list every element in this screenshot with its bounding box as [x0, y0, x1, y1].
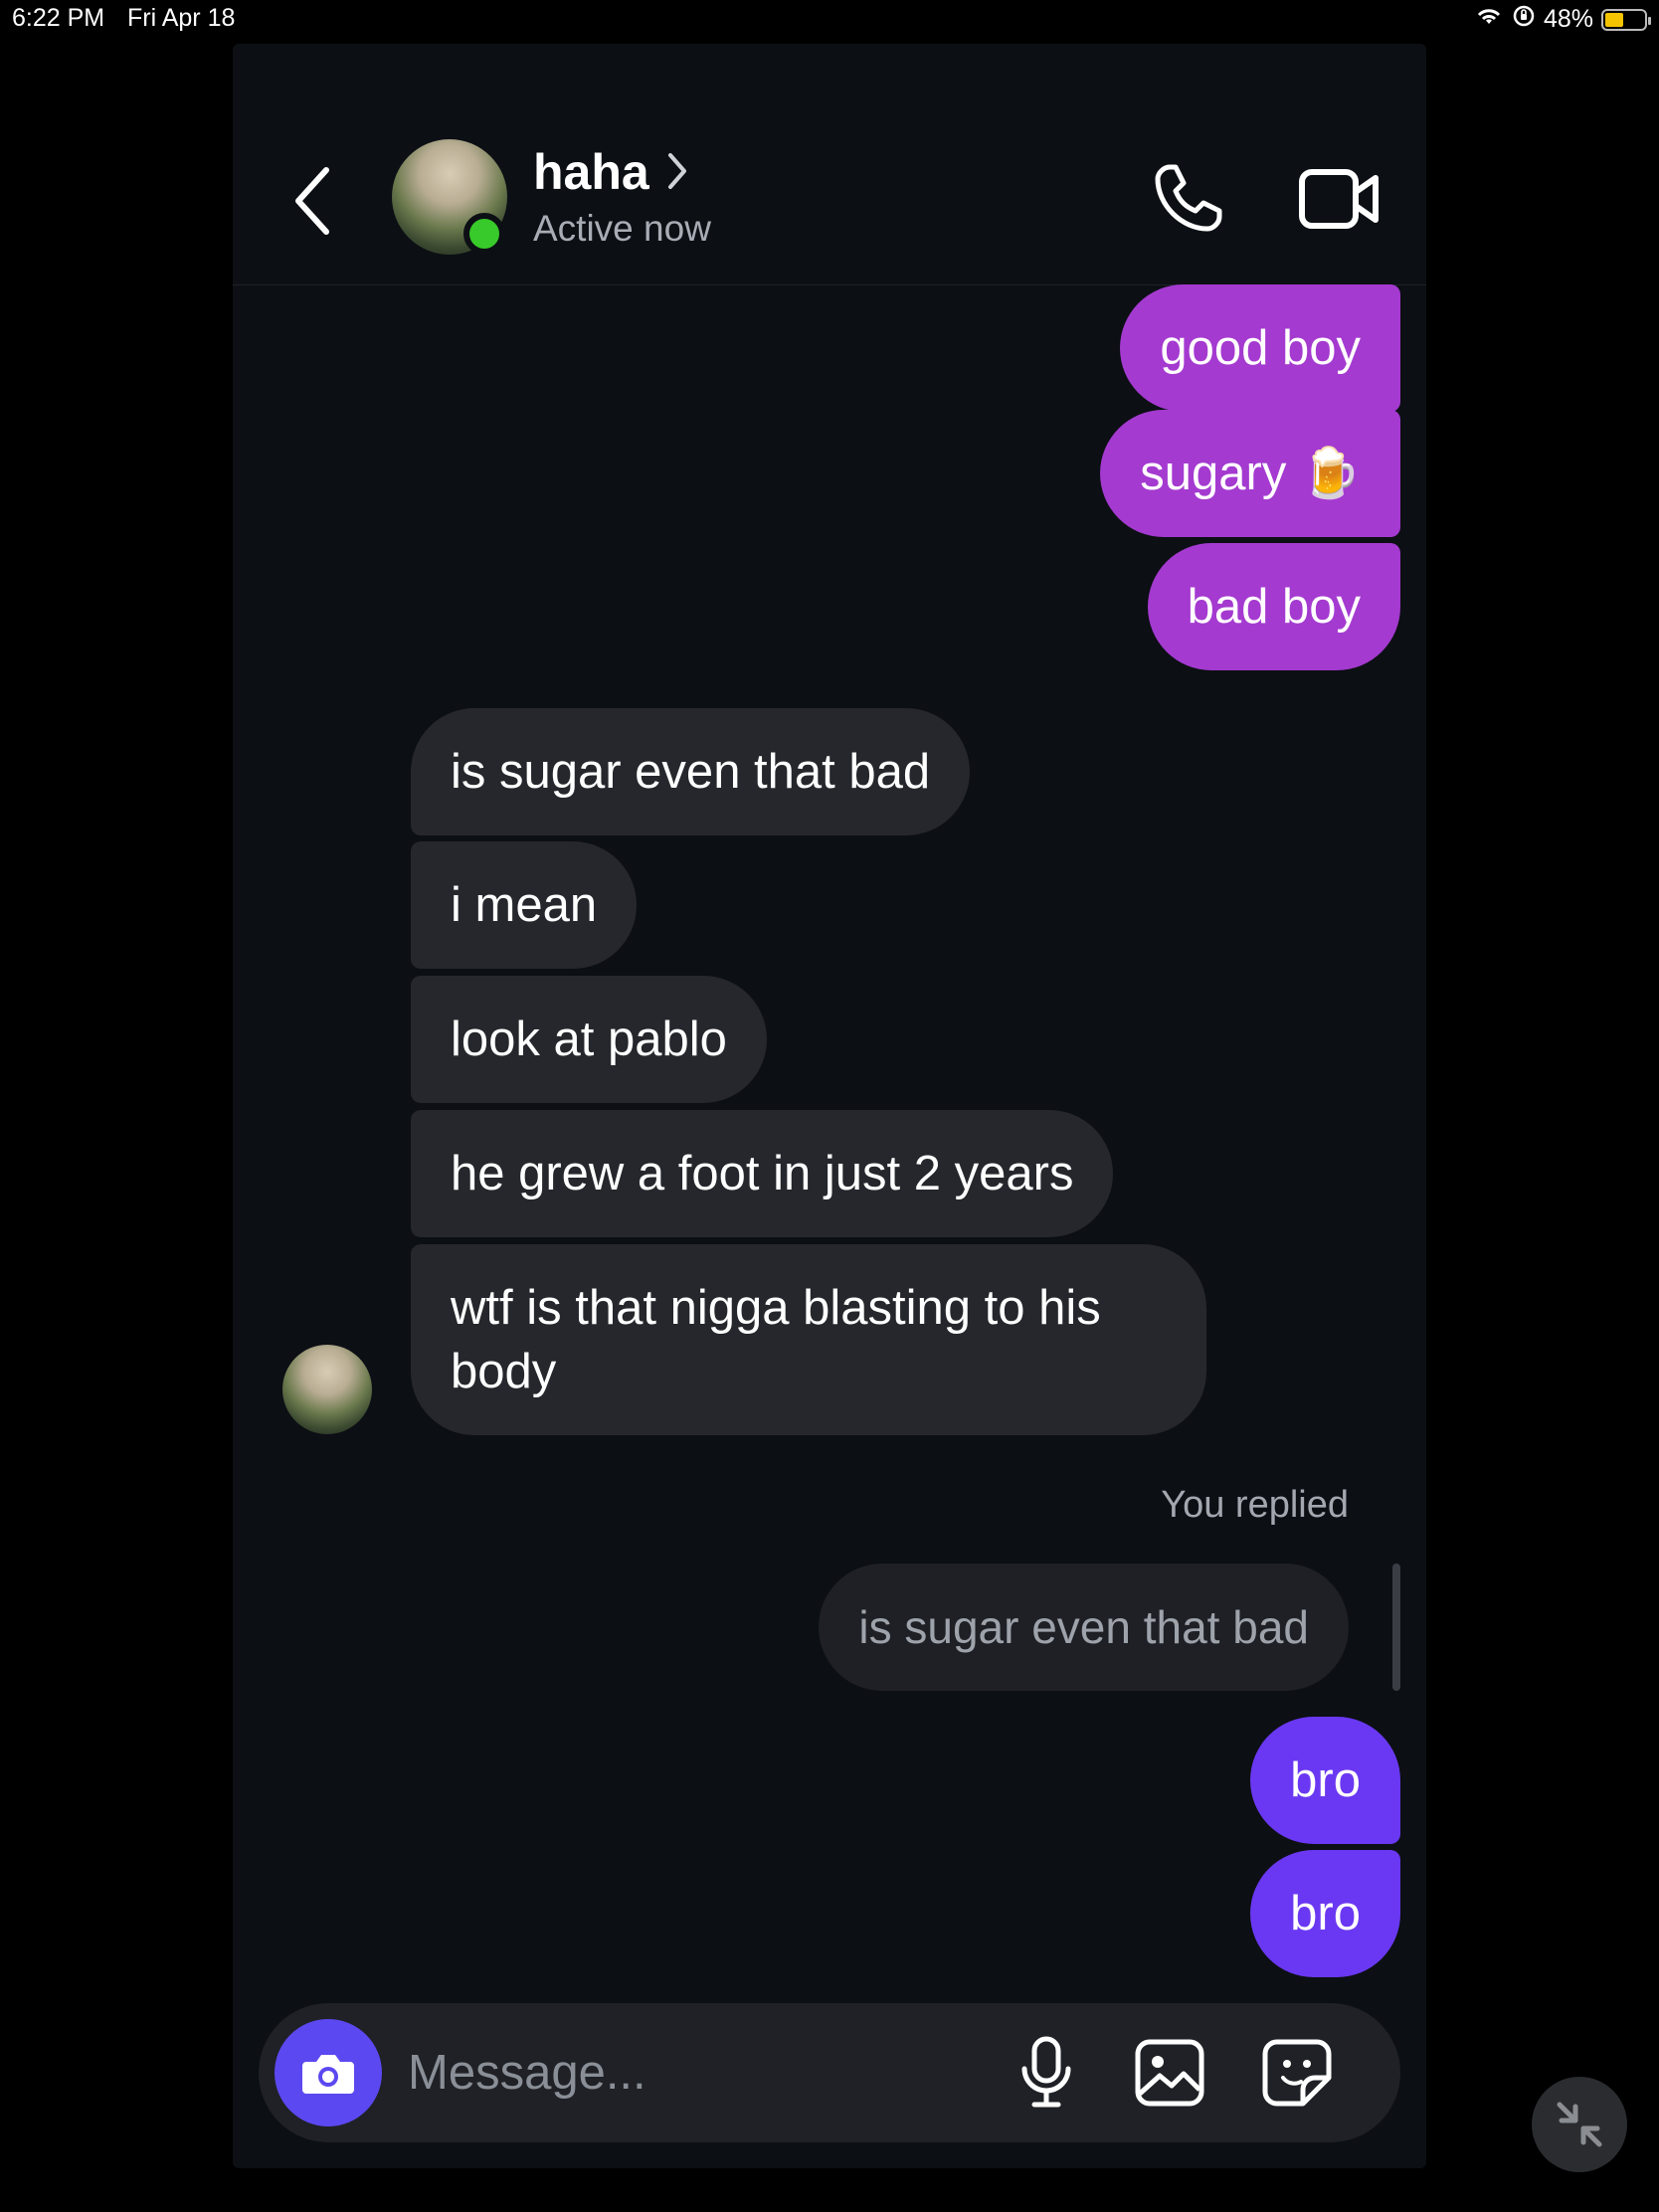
microphone-button[interactable] [1011, 2036, 1082, 2109]
incoming-message[interactable]: wtf is that nigga blasting to his body [411, 1244, 1206, 1435]
wifi-icon [1474, 4, 1504, 35]
orientation-lock-icon [1512, 4, 1536, 35]
back-button[interactable] [282, 161, 342, 241]
chat-header: haha Active now [233, 44, 1426, 285]
contact-name[interactable]: haha [533, 143, 649, 201]
quoted-message[interactable]: is sugar even that bad [819, 1564, 1349, 1691]
status-bar: 6:22 PM Fri Apr 18 48% [0, 0, 1659, 40]
battery-percent: 48% [1543, 5, 1593, 33]
camera-button[interactable] [275, 2019, 382, 2126]
status-time: 6:22 PM [12, 4, 105, 32]
back-icon [295, 167, 329, 235]
video-camera-icon [1299, 169, 1379, 229]
battery-fill [1605, 12, 1624, 27]
contact-status: Active now [533, 208, 711, 249]
incoming-message[interactable]: i mean [411, 841, 638, 969]
incoming-message[interactable]: look at pablo [411, 976, 767, 1103]
phone-icon [1155, 164, 1222, 232]
camera-icon [302, 2055, 354, 2094]
status-date: Fri Apr 18 [127, 4, 236, 32]
outgoing-message[interactable]: bro [1250, 1850, 1400, 1977]
outgoing-message[interactable]: bad boy [1147, 543, 1400, 670]
chevron-right-icon[interactable] [666, 151, 688, 196]
status-indicators: 48% [1474, 4, 1651, 35]
chat-window: haha Active now good boy sugary 🍺 bad bo… [233, 44, 1426, 2168]
image-icon [1135, 2039, 1204, 2107]
collapse-arrows-icon [1557, 2102, 1602, 2147]
sticker-icon [1262, 2039, 1332, 2107]
call-button[interactable] [1146, 157, 1229, 241]
incoming-message[interactable]: he grew a foot in just 2 years [411, 1110, 1114, 1237]
sender-avatar[interactable] [282, 1345, 372, 1434]
gallery-button[interactable] [1130, 2037, 1209, 2109]
message-input[interactable] [408, 2003, 885, 2142]
outgoing-message[interactable]: bro [1250, 1717, 1400, 1844]
replied-label: You replied [1161, 1484, 1349, 1526]
sticker-button[interactable] [1257, 2037, 1337, 2109]
video-call-button[interactable] [1295, 157, 1384, 241]
incoming-message[interactable]: is sugar even that bad [411, 708, 971, 835]
microphone-icon [1021, 2036, 1071, 2108]
collapse-button[interactable] [1532, 2077, 1627, 2172]
online-indicator [463, 213, 505, 255]
message-composer [259, 2003, 1400, 2142]
battery-icon [1601, 8, 1651, 31]
outgoing-message[interactable]: good boy [1120, 284, 1400, 412]
reply-indicator-bar [1392, 1564, 1400, 1691]
outgoing-message[interactable]: sugary 🍺 [1100, 410, 1400, 537]
